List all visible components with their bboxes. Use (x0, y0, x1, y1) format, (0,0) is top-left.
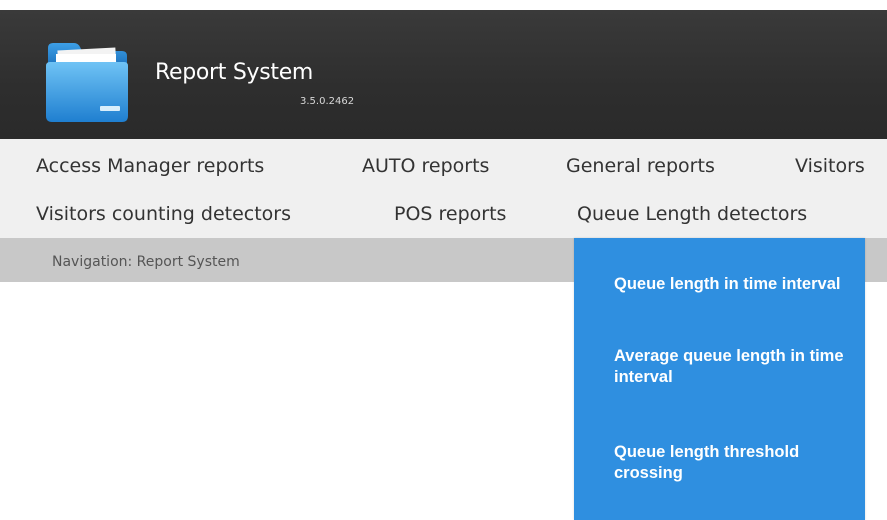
app-title: Report System (155, 60, 314, 85)
menu-access-manager-reports[interactable]: Access Manager reports (36, 155, 264, 177)
main-menu: Access Manager reports AUTO reports Gene… (0, 139, 887, 238)
menu-visitors[interactable]: Visitors (795, 155, 865, 177)
folder-icon (46, 43, 128, 122)
menu-general-reports[interactable]: General reports (566, 155, 715, 177)
breadcrumb: Navigation: Report System (52, 254, 240, 270)
page: Report System 3.5.0.2462 Access Manager … (0, 0, 887, 520)
menu-pos-reports[interactable]: POS reports (394, 203, 506, 225)
queue-length-dropdown: Queue length in time interval Average qu… (574, 238, 865, 520)
menu-auto-reports[interactable]: AUTO reports (362, 155, 489, 177)
dropdown-item-queue-length-in-time-interval[interactable]: Queue length in time interval (614, 274, 844, 295)
menu-visitors-counting-detectors[interactable]: Visitors counting detectors (36, 203, 291, 225)
dropdown-item-queue-length-threshold-crossing[interactable]: Queue length threshold crossing (614, 442, 844, 484)
app-version: 3.5.0.2462 (300, 96, 355, 107)
dropdown-item-average-queue-length[interactable]: Average queue length in time interval (614, 346, 844, 388)
app-header: Report System 3.5.0.2462 (0, 10, 887, 139)
menu-queue-length-detectors[interactable]: Queue Length detectors (577, 203, 807, 225)
